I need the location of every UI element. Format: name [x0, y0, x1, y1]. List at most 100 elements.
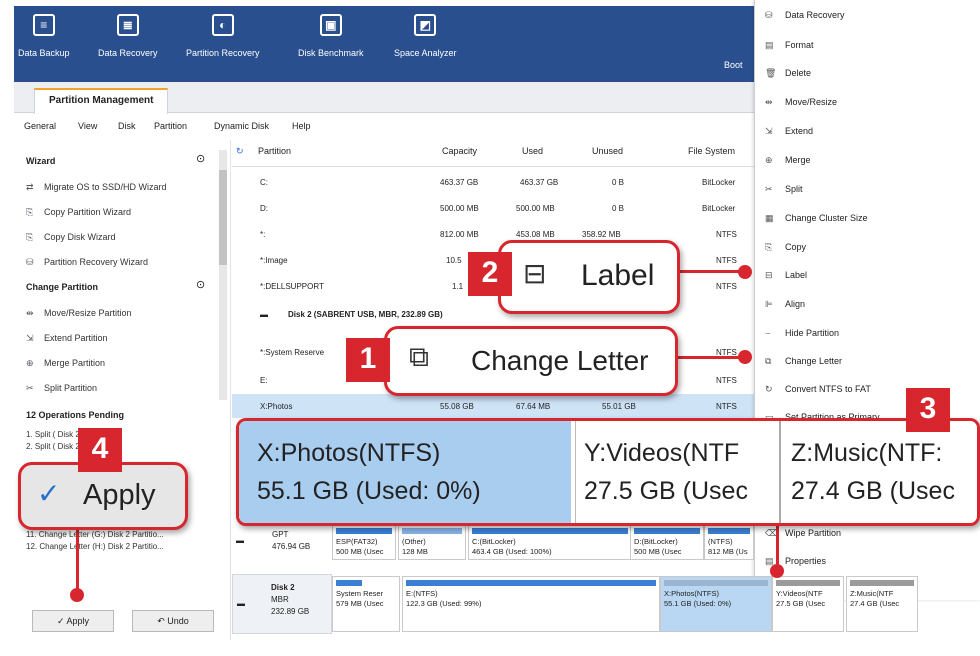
- tab-partition-management[interactable]: Partition Management: [34, 88, 169, 114]
- menu-item-hide-partition[interactable]: ⌣ Hide Partition: [765, 328, 839, 339]
- partition-size: 500 MB (Usec: [336, 547, 384, 556]
- partition-size: 27.4 GB (Usec: [850, 599, 900, 608]
- column-header-partition[interactable]: Partition: [258, 146, 291, 156]
- disk-2-header[interactable]: ▬ Disk 2 MBR 232.89 GB: [232, 574, 332, 634]
- change-item[interactable]: ⊕ Merge Partition: [26, 358, 105, 369]
- column-header-used[interactable]: Used: [522, 146, 543, 156]
- align-icon: ⊫: [765, 299, 773, 309]
- disk-type: MBR: [271, 595, 289, 604]
- menu-partition[interactable]: Partition: [154, 121, 187, 131]
- column-header-capacity[interactable]: Capacity: [442, 146, 477, 156]
- collapse-icon[interactable]: ⊙: [196, 152, 205, 165]
- left-scrollbar-thumb[interactable]: [219, 170, 227, 265]
- menu-item-label: Format: [785, 40, 814, 50]
- change-item[interactable]: ⇲ Extend Partition: [26, 333, 108, 344]
- disk-partition[interactable]: Z:Music(NTF 27.4 GB (Usec: [846, 576, 918, 632]
- menu-disk[interactable]: Disk: [118, 121, 136, 131]
- delete-icon: 🗑: [765, 68, 777, 78]
- toolbar-partition-recovery[interactable]: ◐ Partition Recovery: [186, 14, 260, 58]
- extend-icon: ⇲: [765, 126, 773, 136]
- menu-item-data-recovery[interactable]: ⛁ Data Recovery: [765, 10, 845, 21]
- apply-button-small[interactable]: ✓ Apply: [32, 610, 114, 632]
- wizard-item[interactable]: ⛁ Partition Recovery Wizard: [26, 257, 148, 268]
- cell: *:System Reserve: [260, 348, 325, 357]
- disk-partition-selected[interactable]: X:Photos(NTFS) 55.1 GB (Used: 0%): [660, 576, 772, 632]
- menu-item-merge[interactable]: ⊕ Merge: [765, 155, 811, 166]
- disk-partition[interactable]: C:(BitLocker) 463.4 GB (Used: 100%): [468, 524, 632, 560]
- disk-1-header[interactable]: ▬ GPT 476.94 GB: [232, 526, 330, 566]
- menu-item-label[interactable]: ⊟ Label: [765, 270, 807, 281]
- toolbar-disk-benchmark[interactable]: ▣ Disk Benchmark: [298, 14, 364, 58]
- toolbar-label: Space Analyzer: [394, 48, 457, 58]
- toolbar-boot[interactable]: Boot: [724, 60, 743, 70]
- callout-connector: [76, 524, 79, 594]
- disk-partition[interactable]: (Other) 128 MB: [398, 524, 466, 560]
- collapse-icon[interactable]: ⊙: [196, 278, 205, 291]
- disk-partition[interactable]: (NTFS) 812 MB (Us: [704, 524, 754, 560]
- menu-item-change-letter[interactable]: ⧉ Change Letter: [765, 356, 842, 367]
- cell: NTFS: [716, 282, 737, 291]
- refresh-icon[interactable]: ↻: [236, 146, 244, 157]
- cell: *:Image: [260, 256, 288, 265]
- menu-view[interactable]: View: [78, 121, 97, 131]
- column-header-unused[interactable]: Unused: [592, 146, 623, 156]
- menu-item-split[interactable]: ✂ Split: [765, 184, 803, 195]
- cell: NTFS: [716, 256, 737, 265]
- merge-icon: ⊕: [26, 358, 34, 368]
- format-icon: ▤: [765, 40, 774, 50]
- column-header-filesystem[interactable]: File System: [688, 146, 735, 156]
- menu-item-copy[interactable]: ⎘ Copy: [765, 242, 806, 253]
- label-icon: ⊟: [765, 270, 773, 280]
- disk-partition[interactable]: E:(NTFS) 122.3 GB (Used: 99%): [402, 576, 660, 632]
- cell: NTFS: [716, 376, 737, 385]
- callout-label-text: Label: [581, 259, 655, 292]
- cell: NTFS: [716, 402, 737, 411]
- menu-item-extend[interactable]: ⇲ Extend: [765, 126, 813, 137]
- cell: BitLocker: [702, 178, 736, 187]
- wizard-item[interactable]: ⇄ Migrate OS to SSD/HD Wizard: [26, 182, 167, 193]
- menu-item-delete[interactable]: 🗑 Delete: [765, 68, 811, 79]
- disk-partition[interactable]: D:(BitLocker) 500 MB (Usec: [630, 524, 704, 560]
- menu-item-format[interactable]: ▤ Format: [765, 40, 814, 51]
- toolbar-space-analyzer[interactable]: ◩ Space Analyzer: [394, 14, 457, 58]
- menu-item-convert-ntfs-fat[interactable]: ↻ Convert NTFS to FAT: [765, 384, 871, 395]
- table-row[interactable]: D: 500.00 MB 500.00 MB 0 B BitLocker: [232, 196, 758, 220]
- disk-benchmark-icon: ▣: [319, 14, 342, 36]
- menu-dynamic-disk[interactable]: Dynamic Disk: [214, 121, 269, 131]
- wizard-item-label: Copy Partition Wizard: [44, 207, 132, 217]
- migrate-icon: ⇄: [26, 182, 34, 192]
- menu-item-label: Extend: [785, 126, 814, 136]
- menu-item-move-resize[interactable]: ⇹ Move/Resize: [765, 97, 837, 108]
- apply-label: Apply: [66, 616, 90, 626]
- operation-item[interactable]: 12. Change Letter (H:) Disk 2 Partitio..…: [26, 542, 164, 551]
- cell: 812.00 MB: [440, 230, 479, 239]
- disk-group-row[interactable]: ▬ Disk 2 (SABRENT USB, MBR, 232.89 GB): [232, 302, 758, 326]
- menu-item-change-cluster-size[interactable]: ▦ Change Cluster Size: [765, 213, 868, 224]
- cell: 67.64 MB: [516, 402, 551, 411]
- table-row-selected[interactable]: X:Photos 55.08 GB 67.64 MB 55.01 GB NTFS: [232, 394, 758, 418]
- move-resize-icon: ⇹: [26, 308, 34, 318]
- change-item[interactable]: ⇹ Move/Resize Partition: [26, 308, 132, 319]
- toolbar-data-recovery[interactable]: ≣ Data Recovery: [98, 14, 158, 58]
- operation-item[interactable]: 11. Change Letter (G:) Disk 2 Partitio..…: [26, 530, 164, 539]
- disk-partition[interactable]: Y:Videos(NTF 27.5 GB (Usec: [772, 576, 844, 632]
- space-analyzer-icon: ◩: [414, 14, 437, 36]
- menu-item-align[interactable]: ⊫ Align: [765, 299, 805, 310]
- table-row[interactable]: *: 812.00 MB 453.08 MB 358.92 MB NTFS: [232, 222, 758, 246]
- change-item[interactable]: ✂ Split Partition: [26, 383, 97, 394]
- wizard-item[interactable]: ⎘ Copy Partition Wizard: [26, 207, 131, 218]
- change-item-label: Extend Partition: [44, 333, 108, 343]
- table-row[interactable]: C: 463.37 GB 463.37 GB 0 B BitLocker: [232, 170, 758, 194]
- partition-label: C:(BitLocker): [472, 537, 516, 546]
- change-letter-callout: ⧉ Change Letter: [384, 326, 678, 396]
- disk-partition[interactable]: System Reser 579 MB (Usec: [332, 576, 400, 632]
- wizard-item[interactable]: ⎘ Copy Disk Wizard: [26, 232, 116, 243]
- undo-button[interactable]: ↶ Undo: [132, 610, 214, 632]
- disk-partition[interactable]: ESP(FAT32) 500 MB (Usec: [332, 524, 396, 560]
- step-badge-1: 1: [346, 338, 390, 382]
- toolbar-data-backup[interactable]: ≡ Data Backup: [18, 14, 70, 58]
- menu-help[interactable]: Help: [292, 121, 311, 131]
- menu-item-label: Delete: [785, 68, 812, 78]
- menu-general[interactable]: General: [24, 121, 56, 131]
- disk-icon: ▬: [260, 310, 268, 319]
